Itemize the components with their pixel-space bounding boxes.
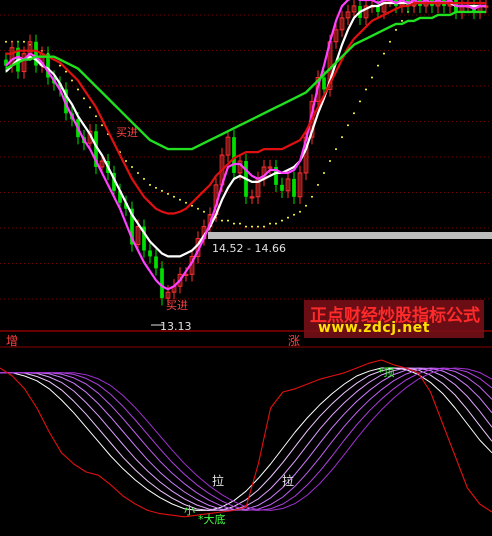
band-dot [269, 222, 271, 225]
band-dot [89, 106, 91, 109]
band-dot [197, 207, 199, 210]
band-dot [125, 160, 127, 163]
candle-body-down [148, 250, 152, 257]
low-price-label: 13.13 [160, 320, 192, 333]
band-dot [293, 213, 295, 216]
band-dot [101, 124, 103, 127]
band-dot [185, 201, 187, 204]
band-dot [5, 40, 7, 43]
band-dot [77, 88, 79, 91]
chart-canvas [0, 0, 492, 518]
buy-signal-upper: 买进 [116, 126, 138, 139]
band-dot [59, 64, 61, 67]
band-dot [341, 136, 343, 139]
band-dot [173, 195, 175, 198]
band-dot [239, 222, 241, 225]
oscillator-fan-line [0, 367, 492, 511]
band-dot [221, 219, 223, 222]
big-bottom-marker: *大底 [198, 513, 226, 526]
band-dot [137, 171, 139, 174]
band-dot [23, 40, 25, 43]
band-dot [317, 183, 319, 186]
oscillator-fan-line [0, 367, 492, 511]
range-label: 14.52 - 14.66 [212, 242, 286, 255]
band-dot [395, 28, 397, 31]
candle-body-down [280, 184, 284, 191]
pull-label-2: 拉 [282, 474, 295, 488]
band-dot [179, 198, 181, 201]
band-dot [203, 210, 205, 213]
band-dot [227, 219, 229, 222]
panel-label-left: 增 [6, 334, 19, 348]
oscillator-fan-line [0, 367, 492, 511]
band-dot [263, 225, 265, 228]
small-mark: 小 [184, 504, 195, 517]
band-dot [305, 204, 307, 207]
band-dot [401, 19, 403, 22]
band-dot [71, 79, 73, 82]
candle-body-down [160, 268, 164, 299]
band-dot [257, 225, 259, 228]
band-dot [365, 88, 367, 91]
band-dot [311, 195, 313, 198]
oscillator-fan-line [0, 367, 492, 511]
band-dot [149, 183, 151, 186]
oscillator-lines [0, 359, 492, 518]
band-dot [371, 76, 373, 79]
price-range-bar [208, 232, 492, 239]
candle-body-down [322, 77, 326, 90]
band-dot [299, 210, 301, 213]
buy-signal-lower: 买进 [166, 299, 188, 312]
candle-body-down [154, 256, 158, 269]
panel-label-right: 涨 [288, 334, 301, 348]
oscillator-fan-line [0, 367, 492, 511]
band-dot [347, 124, 349, 127]
band-dot [359, 100, 361, 103]
chart-stage [0, 0, 492, 532]
band-dot [275, 222, 277, 225]
oscillator-fan-line [0, 367, 492, 511]
band-dot [287, 216, 289, 219]
band-dot [281, 219, 283, 222]
band-dot [155, 186, 157, 189]
watermark-url: www.zdcj.net [318, 320, 430, 336]
top-marker: *顶 [378, 366, 395, 379]
band-dot [131, 165, 133, 168]
pull-label-1: 拉 [212, 474, 225, 488]
band-dot [65, 70, 67, 73]
band-dot [245, 225, 247, 228]
oscillator-fan-line [0, 367, 492, 511]
band-dot [233, 222, 235, 225]
band-dot [335, 148, 337, 151]
band-dot [95, 115, 97, 118]
band-dot [389, 40, 391, 43]
band-dot [251, 225, 253, 228]
candle-body-down [232, 137, 236, 173]
candle-body-down [292, 178, 296, 197]
band-dot [167, 192, 169, 195]
band-dot [83, 97, 85, 100]
band-dot [323, 171, 325, 174]
band-dot [329, 160, 331, 163]
band-dot [143, 177, 145, 180]
band-dot [377, 64, 379, 67]
band-dot [383, 52, 385, 55]
band-dot [353, 112, 355, 115]
band-dot [161, 189, 163, 192]
band-dot [191, 204, 193, 207]
